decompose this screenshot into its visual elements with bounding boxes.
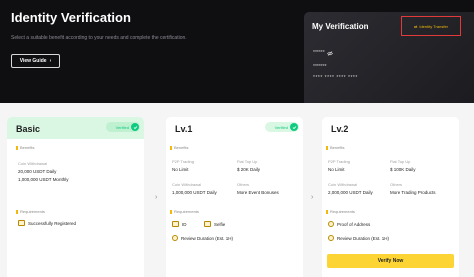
level-card-lv2: Lv.2 Benefits P2P Trading No Limit Fiat … (322, 117, 459, 277)
my-verification-panel: My Verification ⇄ Identity Transfer ****… (304, 12, 474, 103)
masked-name: ****** (313, 50, 325, 56)
card-header: Lv.2 (322, 117, 459, 139)
fiat-topup-value: $ 20K Daily (237, 167, 261, 172)
card-title: Lv.2 (331, 124, 349, 134)
requirement-review-duration: Review Duration (Est. 1H) (328, 235, 389, 241)
transfer-icon: ⇄ (413, 23, 418, 29)
id-card-icon (172, 221, 179, 227)
requirements-label: Requirements (170, 209, 199, 214)
others-value: More Event Bonuses (237, 190, 279, 195)
location-pin-icon (328, 221, 334, 227)
check-icon (290, 123, 298, 131)
card-title: Basic (16, 124, 41, 134)
status-label: Verified (115, 124, 129, 130)
my-verification-title: My Verification (312, 22, 369, 31)
level-card-lv1: Lv.1 Verified Benefits P2P Trading No Li… (166, 117, 303, 277)
requirement-proof-of-address: Proof of Address (328, 221, 370, 227)
clock-icon (328, 235, 334, 241)
fiat-topup-value: $ 100K Daily (390, 167, 416, 172)
p2p-trading-value: No Limit (328, 167, 345, 172)
masked-number: **** **** **** **** (313, 75, 358, 81)
requirement-selfie: Selfie (204, 221, 225, 227)
others-label: Others (237, 182, 250, 187)
benefits-label: Benefits (170, 145, 188, 150)
selfie-icon (204, 221, 211, 227)
status-badge: Verified (106, 122, 140, 132)
requirement-id: ID (172, 221, 187, 227)
next-level-arrow-icon: › (311, 194, 314, 201)
requirement-review-duration: Review Duration (Est. 1H) (172, 235, 233, 241)
card-header: Basic Verified (7, 117, 144, 139)
account-icon (18, 220, 25, 226)
coin-withdrawal-value: 1,000,000 USDT Daily (172, 190, 217, 195)
benefits-label: Benefits (326, 145, 344, 150)
requirements-label: Requirements (16, 209, 45, 214)
card-title: Lv.1 (175, 124, 193, 134)
status-label: Verified (274, 124, 288, 130)
p2p-trading-label: P2P Trading (172, 159, 194, 164)
others-label: Others (390, 182, 403, 187)
identity-transfer-button[interactable]: ⇄ Identity Transfer (401, 16, 461, 36)
p2p-trading-value: No Limit (172, 167, 189, 172)
level-card-basic: Basic Verified Benefits Coin Withdrawal … (7, 117, 144, 277)
coin-withdrawal-label: Coin Withdrawal (328, 182, 358, 187)
coin-withdrawal-label: Coin Withdrawal (172, 182, 202, 187)
others-value: More Trading Products (390, 190, 436, 195)
clock-icon (172, 235, 178, 241)
requirements-label: Requirements (326, 209, 355, 214)
fiat-topup-label: Fiat Top Up (390, 159, 411, 164)
page-title: Identity Verification (11, 10, 131, 25)
requirement-registered: Successfully Registered (18, 220, 76, 226)
next-level-arrow-icon: › (155, 194, 158, 201)
coin-withdrawal-label: Coin Withdrawal (18, 161, 48, 166)
verify-now-button[interactable]: Verify Now (327, 254, 454, 268)
status-badge: Verified (265, 122, 299, 132)
identity-transfer-label: Identity Transfer (419, 23, 449, 29)
benefits-label: Benefits (16, 145, 34, 150)
coin-withdrawal-monthly: 1,000,000 USDT Monthly (18, 177, 69, 182)
card-header: Lv.1 Verified (166, 117, 303, 139)
coin-withdrawal-daily: 20,000 USDT Daily (18, 169, 57, 174)
fiat-topup-label: Fiat Top Up (237, 159, 258, 164)
masked-name-row: ****** (313, 50, 333, 56)
check-icon (131, 123, 139, 131)
masked-id: ******* (313, 64, 327, 70)
coin-withdrawal-value: 2,000,000 USDT Daily (328, 190, 373, 195)
view-guide-label: View Guide (19, 58, 47, 64)
view-guide-button[interactable]: View Guide › (11, 54, 60, 68)
eye-off-icon[interactable] (326, 50, 333, 56)
chevron-right-icon: › (49, 58, 52, 64)
p2p-trading-label: P2P Trading (328, 159, 350, 164)
page-subtitle: Select a suitable benefit according to y… (11, 35, 187, 41)
